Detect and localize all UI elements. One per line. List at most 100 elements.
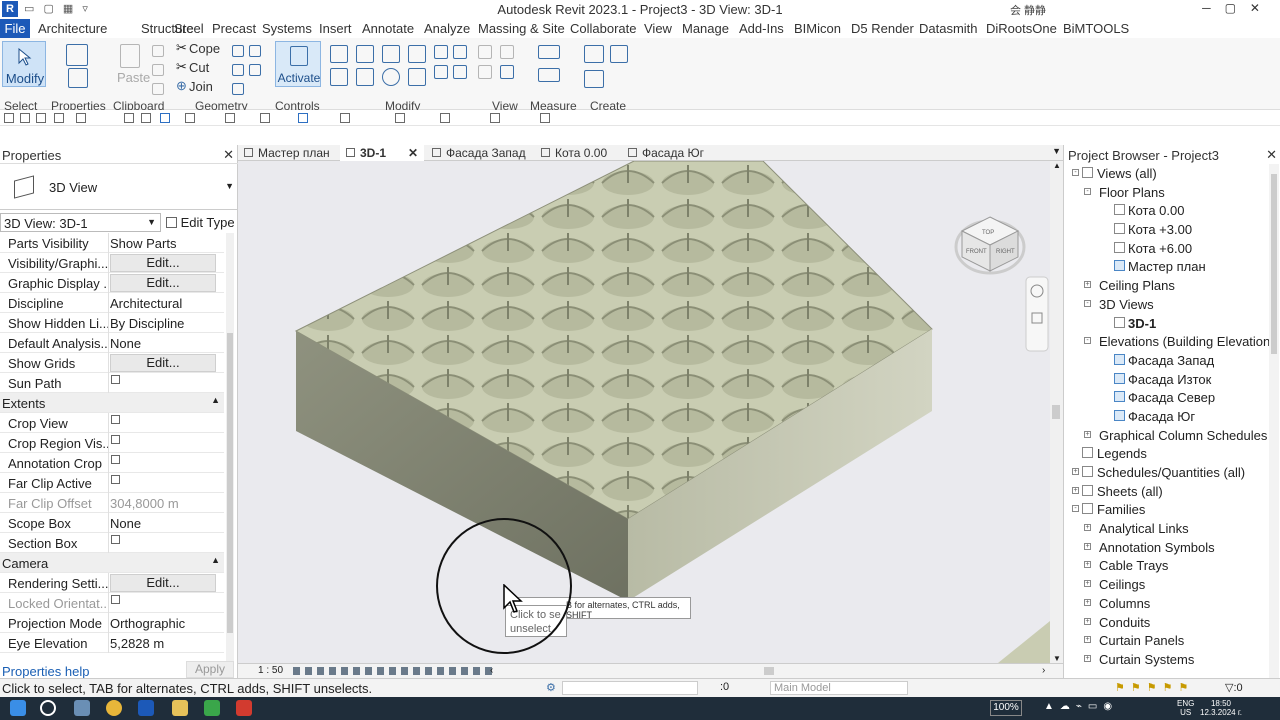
- copy-icon[interactable]: [356, 68, 374, 86]
- view-tab[interactable]: Мастер план: [238, 145, 338, 161]
- geometry-tool-icon-2[interactable]: [232, 64, 244, 76]
- browser-node[interactable]: - Views (all): [1064, 164, 1269, 183]
- view-vertical-scrollbar[interactable]: ▲ ▼: [1050, 161, 1063, 663]
- browser-node[interactable]: 3D-1: [1064, 314, 1269, 333]
- unpin-icon[interactable]: [453, 65, 467, 79]
- expand-icon[interactable]: +: [1084, 598, 1091, 606]
- options-icon-8[interactable]: [160, 113, 170, 123]
- search-icon[interactable]: [40, 700, 56, 716]
- tab-datasmith[interactable]: Datasmith: [919, 21, 978, 36]
- options-icon-6[interactable]: [124, 113, 134, 123]
- options-icon-13[interactable]: [340, 113, 350, 123]
- close-icon[interactable]: ✕: [223, 147, 234, 163]
- expand-icon[interactable]: +: [1084, 281, 1091, 289]
- recorder-icon[interactable]: [236, 700, 252, 716]
- scroll-right-icon[interactable]: ›: [1042, 665, 1045, 676]
- move-icon[interactable]: [330, 68, 348, 86]
- scrollbar-thumb[interactable]: [1271, 174, 1277, 354]
- array-icon[interactable]: [434, 65, 448, 79]
- tab-precast[interactable]: Precast: [212, 21, 256, 36]
- options-icon-9[interactable]: [185, 113, 195, 123]
- copy-clipboard-icon[interactable]: [152, 64, 164, 76]
- options-icon-10[interactable]: [225, 113, 235, 123]
- edit-button[interactable]: Edit...: [110, 254, 216, 272]
- property-value[interactable]: Architectural: [110, 296, 182, 311]
- geometry-tool-icon-5[interactable]: [249, 64, 261, 76]
- instance-dropdown[interactable]: 3D View: 3D-1 ▼: [0, 213, 161, 232]
- collapse-icon[interactable]: ▲: [211, 395, 220, 405]
- scroll-left-icon[interactable]: ‹: [490, 665, 493, 676]
- match-properties-icon[interactable]: [152, 83, 164, 95]
- view-tab[interactable]: 3D-1 ✕: [340, 145, 424, 161]
- browser-node[interactable]: - Families: [1064, 500, 1269, 519]
- create-parts-icon[interactable]: [610, 45, 628, 63]
- options-icon-5[interactable]: [76, 113, 86, 123]
- windows-start-icon[interactable]: [10, 700, 26, 716]
- edit-button[interactable]: Edit...: [110, 274, 216, 292]
- tab-manage[interactable]: Manage: [682, 21, 729, 36]
- cut-button[interactable]: Cut: [189, 60, 209, 75]
- browser-node[interactable]: + Curtain Panels: [1064, 631, 1269, 650]
- collapse-icon[interactable]: -: [1084, 337, 1091, 345]
- options-icon-16[interactable]: [490, 113, 500, 123]
- collapse-icon[interactable]: -: [1084, 299, 1091, 307]
- browser-node[interactable]: + Schedules/Quantities (all): [1064, 463, 1269, 482]
- chrome-icon[interactable]: [106, 700, 122, 716]
- create-group-icon[interactable]: [584, 70, 604, 88]
- dimension-icon[interactable]: [538, 68, 560, 82]
- expand-icon[interactable]: +: [1084, 636, 1091, 644]
- browser-node[interactable]: + Sheets (all): [1064, 482, 1269, 501]
- delete-icon[interactable]: [478, 65, 492, 79]
- filter-count[interactable]: ▽:0: [1225, 681, 1243, 694]
- browser-node[interactable]: + Cable Trays: [1064, 556, 1269, 575]
- clock[interactable]: 18:50 12.3.2024 г.: [1200, 699, 1242, 717]
- options-icon-17[interactable]: [540, 113, 550, 123]
- options-icon-14[interactable]: [395, 113, 405, 123]
- options-icon-15[interactable]: [440, 113, 450, 123]
- window-controls[interactable]: ─▢✕: [1202, 1, 1274, 15]
- paste-icon[interactable]: [120, 44, 140, 68]
- browser-node[interactable]: - Elevations (Building Elevation): [1064, 332, 1275, 351]
- selection-options-icons[interactable]: ⚑⚑⚑⚑⚑: [1115, 681, 1194, 694]
- expand-icon[interactable]: +: [1084, 524, 1091, 532]
- browser-node[interactable]: Фасада Север: [1064, 388, 1269, 407]
- checkbox[interactable]: [111, 415, 120, 424]
- view-control-icons[interactable]: [293, 667, 493, 675]
- zoom-level[interactable]: 100%: [990, 700, 1022, 716]
- checkbox[interactable]: [111, 475, 120, 484]
- tab-bimtools[interactable]: BiMTOOLS: [1063, 21, 1129, 36]
- browser-node[interactable]: Кота +6.00: [1064, 239, 1269, 258]
- geometry-tool-icon-4[interactable]: [249, 45, 261, 57]
- revit-taskbar-icon[interactable]: [138, 700, 154, 716]
- view-tab[interactable]: Кота 0.00: [535, 145, 620, 161]
- scrollbar-thumb[interactable]: [1052, 405, 1060, 419]
- property-value[interactable]: Orthographic: [110, 616, 185, 631]
- type-properties-icon[interactable]: [68, 68, 88, 88]
- properties-icon[interactable]: [66, 44, 88, 66]
- category-extents[interactable]: Extents ▲: [0, 393, 224, 413]
- view-tool-icon[interactable]: [500, 45, 514, 59]
- tab-analyze[interactable]: Analyze: [424, 21, 470, 36]
- options-icon-7[interactable]: [141, 113, 151, 123]
- language-indicator[interactable]: ENG US: [1177, 699, 1194, 717]
- browser-node[interactable]: + Ceiling Plans: [1064, 276, 1269, 295]
- trim-icon[interactable]: [408, 68, 426, 86]
- browser-node[interactable]: Фасада Запад: [1064, 351, 1269, 370]
- checkbox[interactable]: [111, 535, 120, 544]
- tab-insert[interactable]: Insert: [319, 21, 352, 36]
- pin-icon[interactable]: [478, 45, 492, 59]
- options-icon-2[interactable]: [20, 113, 30, 123]
- browser-node[interactable]: Фасада Изток: [1064, 370, 1269, 389]
- checkbox[interactable]: [111, 455, 120, 464]
- browser-node[interactable]: -3D Views: [1064, 295, 1269, 314]
- edit-button[interactable]: Edit...: [110, 354, 216, 372]
- tab-file[interactable]: File: [0, 19, 30, 38]
- collapse-icon[interactable]: -: [1072, 505, 1079, 513]
- view-tab[interactable]: Фасада Запад: [426, 145, 533, 161]
- browser-node[interactable]: Кота +3.00: [1064, 220, 1269, 239]
- modify-button[interactable]: Modify: [2, 41, 46, 87]
- tab-steel[interactable]: Steel: [174, 21, 204, 36]
- browser-node[interactable]: + Columns: [1064, 594, 1269, 613]
- close-tab-icon[interactable]: ✕: [408, 146, 418, 160]
- tab-massing-site[interactable]: Massing & Site: [478, 21, 565, 36]
